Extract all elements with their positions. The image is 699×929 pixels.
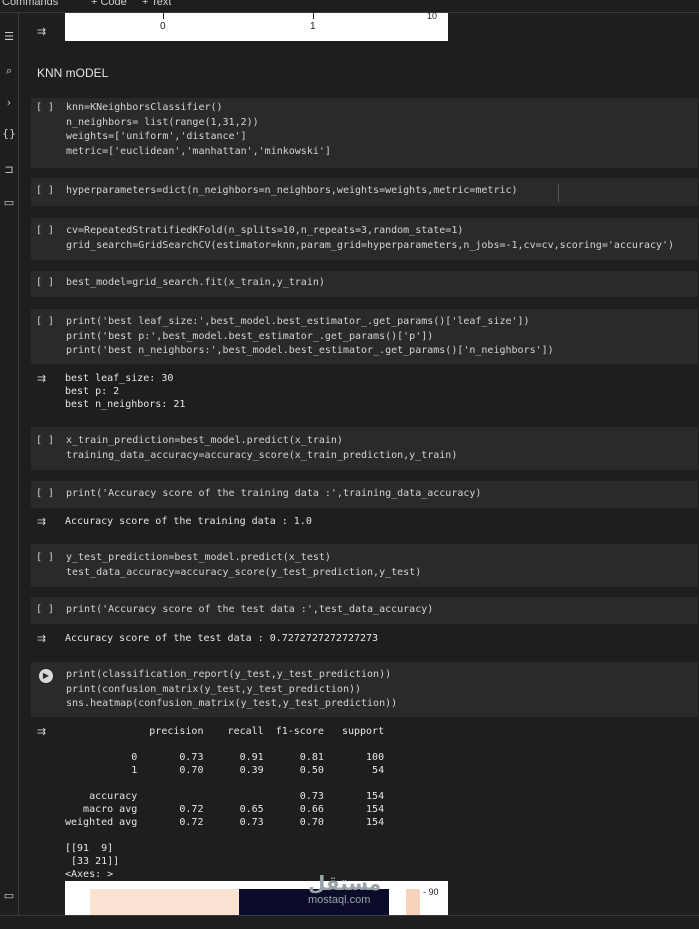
run-indicator[interactable]: [ ] bbox=[36, 488, 60, 499]
code-line: x_train_prediction=best_model.predict(x_… bbox=[66, 435, 343, 446]
menu-icon[interactable]: ☰ bbox=[0, 30, 18, 43]
code-cell[interactable]: [ ] x_train_prediction=best_model.predic… bbox=[31, 427, 698, 470]
run-indicator[interactable]: [ ] bbox=[36, 435, 60, 446]
code-line: weights=['uniform','distance'] bbox=[66, 131, 247, 142]
watermark-latin: mostaql.com bbox=[308, 894, 371, 906]
colorbar-tick: - 90 bbox=[423, 887, 439, 897]
output-toggle-icon[interactable]: ⇉ bbox=[37, 25, 57, 38]
code-cell[interactable]: [ ] y_test_prediction=best_model.predict… bbox=[31, 544, 698, 587]
code-line: y_test_prediction=best_model.predict(x_t… bbox=[66, 552, 331, 563]
output-toggle-icon[interactable]: ⇉ bbox=[37, 725, 57, 738]
search-icon[interactable]: ⌕ bbox=[0, 64, 18, 78]
x-tick-0: 0 bbox=[160, 21, 166, 32]
code-editor[interactable]: x_train_prediction=best_model.predict(x_… bbox=[66, 434, 457, 463]
code-cell[interactable]: [ ] knn=KNeighborsClassifier() n_neighbo… bbox=[31, 98, 698, 168]
code-line: best_model=grid_search.fit(x_train,y_tra… bbox=[66, 277, 325, 288]
code-line: hyperparameters=dict(n_neighbors=n_neigh… bbox=[66, 185, 518, 196]
cell-output: ⇉ Accuracy score of the training data : … bbox=[31, 515, 698, 531]
code-editor[interactable]: print(classification_report(y_test,y_tes… bbox=[66, 668, 397, 712]
run-indicator[interactable]: [ ] bbox=[36, 277, 60, 288]
code-line: training_data_accuracy=accuracy_score(x_… bbox=[66, 449, 458, 461]
code-line: print('best n_neighbors:',best_model.bes… bbox=[66, 345, 554, 356]
files-icon[interactable]: ▭ bbox=[0, 196, 18, 209]
code-line: metric=['euclidean','manhattan','minkows… bbox=[66, 145, 331, 157]
code-editor[interactable]: knn=KNeighborsClassifier() n_neighbors= … bbox=[66, 101, 331, 159]
code-line: n_neighbors= list(range(1,31,2)) bbox=[66, 116, 259, 128]
cell-output: ⇉ Accuracy score of the test data : 0.72… bbox=[31, 632, 698, 648]
top-plot: 0 1 10 bbox=[65, 11, 448, 41]
notebook-toolbar: Commands + Code + Text bbox=[0, 0, 699, 13]
heatmap-cell bbox=[90, 889, 239, 915]
watermark-arabic: مستقل bbox=[308, 871, 382, 895]
code-line: grid_search=GridSearchCV(estimator=knn,p… bbox=[66, 239, 675, 251]
colorbar-tick: 10 bbox=[427, 11, 438, 21]
output-toggle-icon[interactable]: ⇉ bbox=[37, 632, 57, 645]
code-editor[interactable]: hyperparameters=dict(n_neighbors=n_neigh… bbox=[66, 184, 518, 199]
code-line: print('Accuracy score of the test data :… bbox=[66, 604, 434, 615]
classification-report: precision recall f1-score support 0 0.73… bbox=[65, 726, 385, 880]
code-line: knn=KNeighborsClassifier() bbox=[66, 102, 223, 113]
output-text: Accuracy score of the test data : 0.7272… bbox=[65, 633, 379, 644]
code-cell[interactable]: [ ] print('best leaf_size:',best_model.b… bbox=[31, 309, 698, 364]
code-editor[interactable]: print('best leaf_size:',best_model.best_… bbox=[66, 315, 554, 359]
heatmap-plot: - 90 مستقل mostaql.com bbox=[65, 871, 448, 915]
run-cell-button[interactable]: ▶ bbox=[39, 669, 53, 683]
commands-button[interactable]: Commands bbox=[2, 0, 58, 8]
code-cell[interactable]: [ ] hyperparameters=dict(n_neighbors=n_n… bbox=[31, 178, 698, 206]
section-heading: KNN mODEL bbox=[37, 66, 109, 80]
code-line: cv=RepeatedStratifiedKFold(n_splits=10,n… bbox=[66, 225, 464, 236]
variables-icon[interactable]: {} bbox=[0, 127, 18, 140]
run-indicator[interactable]: [ ] bbox=[36, 225, 60, 236]
code-editor[interactable]: print('Accuracy score of the test data :… bbox=[66, 603, 433, 618]
code-line: test_data_accuracy=accuracy_score(y_test… bbox=[66, 566, 422, 578]
terminal-icon[interactable]: ▭ bbox=[0, 889, 18, 902]
code-editor[interactable]: best_model=grid_search.fit(x_train,y_tra… bbox=[66, 276, 325, 291]
run-indicator[interactable]: [ ] bbox=[36, 604, 60, 615]
x-tick-1: 1 bbox=[310, 21, 316, 32]
status-bar bbox=[0, 915, 699, 929]
line-ruler bbox=[558, 184, 559, 202]
code-cell[interactable]: [ ] cv=RepeatedStratifiedKFold(n_splits=… bbox=[31, 218, 698, 260]
secrets-icon[interactable]: ⊐ bbox=[0, 163, 18, 176]
chevron-right-icon[interactable]: › bbox=[0, 96, 18, 109]
side-gutter: ☰ ⌕ › {} ⊐ ▭ ▭ bbox=[0, 13, 19, 915]
run-indicator[interactable]: [ ] bbox=[36, 552, 60, 563]
code-editor[interactable]: y_test_prediction=best_model.predict(x_t… bbox=[66, 551, 421, 580]
code-cell[interactable]: [ ] print('Accuracy score of the test da… bbox=[31, 597, 698, 624]
code-line: print(classification_report(y_test,y_tes… bbox=[66, 669, 392, 680]
output-toggle-icon[interactable]: ⇉ bbox=[37, 372, 57, 385]
add-text-button[interactable]: + Text bbox=[142, 0, 171, 8]
colorbar bbox=[406, 889, 420, 915]
code-cell[interactable]: [ ] best_model=grid_search.fit(x_train,y… bbox=[31, 271, 698, 297]
code-cell[interactable]: [ ] print('Accuracy score of the trainin… bbox=[31, 481, 698, 508]
run-indicator[interactable]: [ ] bbox=[36, 316, 60, 327]
cell-output: ⇉ best leaf_size: 30 best p: 2 best n_ne… bbox=[31, 372, 698, 412]
code-editor[interactable]: cv=RepeatedStratifiedKFold(n_splits=10,n… bbox=[66, 224, 674, 253]
code-cell[interactable]: ▶ print(classification_report(y_test,y_t… bbox=[31, 662, 698, 717]
output-toggle-icon[interactable]: ⇉ bbox=[37, 515, 57, 528]
run-indicator[interactable]: [ ] bbox=[36, 102, 60, 113]
code-line: print('best p:',best_model.best_estimato… bbox=[66, 330, 434, 342]
code-line: sns.heatmap(confusion_matrix(y_test,y_te… bbox=[66, 698, 398, 709]
cell-output: ⇉ precision recall f1-score support 0 0.… bbox=[31, 725, 698, 880]
code-line: print('best leaf_size:',best_model.best_… bbox=[66, 316, 530, 327]
output-text: Accuracy score of the training data : 1.… bbox=[65, 516, 312, 527]
code-line: print(confusion_matrix(y_test,y_test_pre… bbox=[66, 683, 362, 695]
output-text: best leaf_size: 30 best p: 2 best n_neig… bbox=[65, 373, 186, 410]
run-indicator[interactable]: [ ] bbox=[36, 185, 60, 196]
code-line: print('Accuracy score of the training da… bbox=[66, 488, 482, 499]
add-code-button[interactable]: + Code bbox=[91, 0, 127, 8]
code-editor[interactable]: print('Accuracy score of the training da… bbox=[66, 487, 481, 502]
